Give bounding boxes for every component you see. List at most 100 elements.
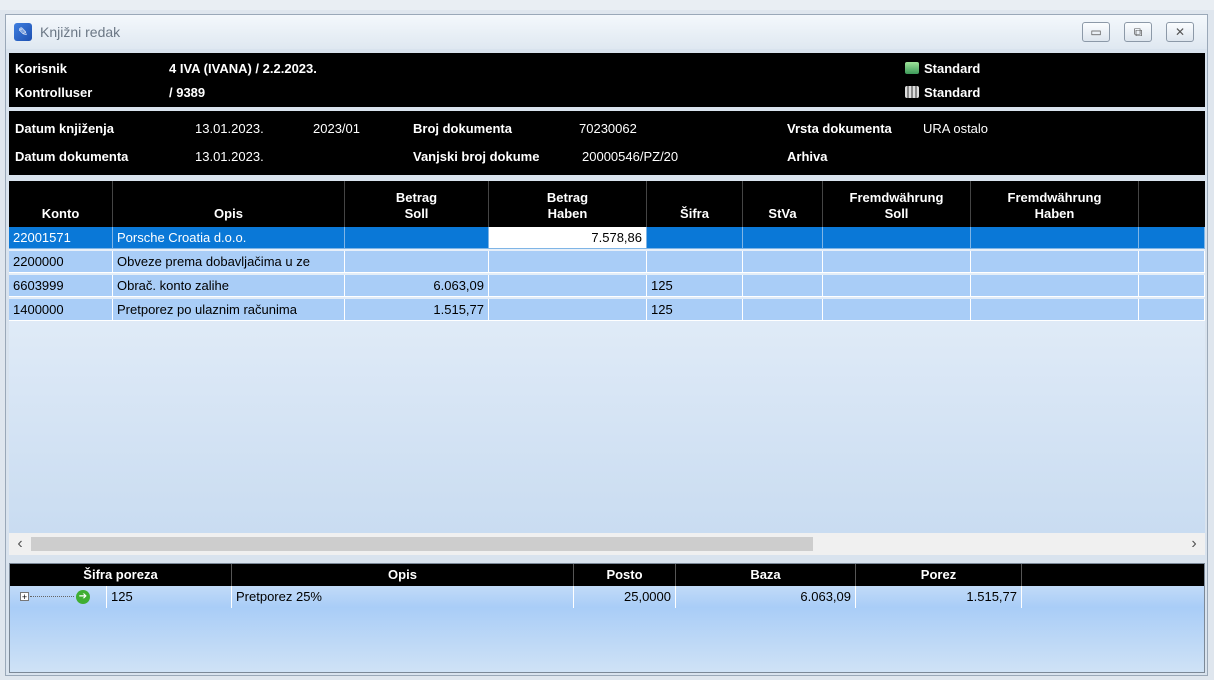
kontrolluser-label: Kontrolluser	[15, 85, 93, 100]
close-button[interactable]: ✕	[1166, 22, 1194, 42]
cell-opis[interactable]: Obrač. konto zalihe	[113, 275, 345, 297]
tax-cell-sifra[interactable]: 125	[106, 586, 232, 608]
cell-opis[interactable]: Porsche Croatia d.o.o.	[113, 227, 345, 249]
layout-icon	[905, 62, 919, 74]
cell-stva[interactable]	[743, 275, 823, 297]
user-header: Korisnik 4 IVA (IVANA) / 2.2.2023. Kontr…	[9, 53, 1205, 107]
tax-table-header: Šifra poreza Opis Posto Baza Porez	[10, 564, 1204, 586]
cell-soll[interactable]	[345, 227, 489, 249]
posting-lines-grid: Konto Opis Betrag Soll Betrag Haben Šifra …	[9, 181, 1205, 533]
cell-sifra[interactable]	[647, 251, 743, 273]
cell-soll[interactable]: 6.063,09	[345, 275, 489, 297]
col-baza[interactable]: Baza	[676, 564, 856, 586]
col-sifra[interactable]: Šifra	[647, 181, 743, 227]
table-row[interactable]: 1400000 Pretporez po ulaznim računima 1.…	[9, 299, 1205, 321]
tax-cell-posto[interactable]: 25,0000	[574, 586, 676, 608]
col-opis[interactable]: Opis	[113, 181, 345, 227]
korisnik-label: Korisnik	[15, 61, 68, 76]
grid-header: Konto Opis Betrag Soll Betrag Haben Šifra …	[9, 181, 1205, 227]
cell-soll[interactable]	[345, 251, 489, 273]
cell-opis[interactable]: Obveze prema dobavljačima u ze	[113, 251, 345, 273]
tax-cell-baza[interactable]: 6.063,09	[676, 586, 856, 608]
cell-sifra[interactable]: 125	[647, 275, 743, 297]
col-stva[interactable]: StVa	[743, 181, 823, 227]
vanjski-broj-value: 20000546/PZ/20	[582, 149, 679, 164]
cell-fremd-haben[interactable]	[971, 275, 1139, 297]
datum-knjizenja-value: 13.01.2023.	[195, 121, 264, 136]
col-posto[interactable]: Posto	[574, 564, 676, 586]
expand-plus-icon[interactable]: +	[20, 592, 29, 602]
minimize-button[interactable]: ▭	[1082, 22, 1110, 42]
vrsta-dokumenta-value: URA ostalo	[923, 121, 989, 136]
cell-haben[interactable]	[489, 251, 647, 273]
title-bar: ✎ Knjižni redak ▭ ⧉ ✕	[6, 15, 1207, 49]
cell-opis[interactable]: Pretporez po ulaznim računima	[113, 299, 345, 321]
tax-table: Šifra poreza Opis Posto Baza Porez + ➔ 1…	[9, 563, 1205, 673]
standard-2: Standard	[905, 85, 980, 100]
cell-konto[interactable]: 2200000	[9, 251, 113, 273]
cell-soll[interactable]: 1.515,77	[345, 299, 489, 321]
scroll-left-arrow-icon[interactable]: ‹	[11, 534, 29, 554]
knjizni-redak-window: ✎ Knjižni redak ▭ ⧉ ✕ Korisnik 4 IVA (IV…	[5, 14, 1208, 676]
datum-dokumenta-label: Datum dokumenta	[15, 149, 129, 164]
col-fremd-haben[interactable]: Fremdwährung Haben	[971, 181, 1139, 227]
cell-konto[interactable]: 1400000	[9, 299, 113, 321]
cell-fremd-haben[interactable]	[971, 251, 1139, 273]
period-value: 2023/01	[313, 121, 360, 136]
tax-row[interactable]: + ➔ 125 Pretporez 25% 25,0000 6.063,09 1…	[10, 586, 1204, 608]
col-extra[interactable]	[1139, 181, 1205, 227]
datum-dokumenta-value: 13.01.2023.	[195, 149, 264, 164]
cell-fremd-haben[interactable]	[971, 227, 1139, 249]
tax-cell-porez[interactable]: 1.515,77	[856, 586, 1022, 608]
restore-button[interactable]: ⧉	[1124, 22, 1152, 42]
vanjski-broj-label: Vanjski broj dokume	[413, 149, 540, 164]
columns-icon	[905, 86, 919, 98]
cell-fremd-haben[interactable]	[971, 299, 1139, 321]
cell-fremd-soll[interactable]	[823, 299, 971, 321]
scrollbar-thumb[interactable]	[31, 537, 813, 551]
col-konto[interactable]: Konto	[9, 181, 113, 227]
cell-extra[interactable]	[1139, 227, 1205, 249]
standard-1: Standard	[905, 61, 980, 76]
app-icon: ✎	[14, 23, 32, 41]
tax-cell-opis[interactable]: Pretporez 25%	[232, 586, 574, 608]
cell-stva[interactable]	[743, 227, 823, 249]
cell-haben[interactable]	[489, 299, 647, 321]
document-header: Datum knjiženja 13.01.2023. 2023/01 Broj…	[9, 111, 1205, 175]
col-porez[interactable]: Porez	[856, 564, 1022, 586]
table-row[interactable]: 22001571 Porsche Croatia d.o.o. 7.578,86	[9, 227, 1205, 249]
korisnik-value: 4 IVA (IVANA) / 2.2.2023.	[169, 61, 317, 76]
green-arrow-icon: ➔	[76, 590, 90, 604]
cell-fremd-soll[interactable]	[823, 251, 971, 273]
kontrolluser-value: / 9389	[169, 85, 206, 100]
col-tax-opis[interactable]: Opis	[232, 564, 574, 586]
cell-extra[interactable]	[1139, 275, 1205, 297]
vrsta-dokumenta-label: Vrsta dokumenta	[787, 121, 892, 136]
horizontal-scrollbar[interactable]: ‹ ›	[9, 533, 1205, 555]
col-betrag-haben[interactable]: Betrag Haben	[489, 181, 647, 227]
table-row[interactable]: 6603999 Obrač. konto zalihe 6.063,09 125	[9, 275, 1205, 297]
cell-konto[interactable]: 6603999	[9, 275, 113, 297]
cell-sifra[interactable]: 125	[647, 299, 743, 321]
broj-dokumenta-value: 70230062	[579, 121, 637, 136]
cell-extra[interactable]	[1139, 299, 1205, 321]
cell-stva[interactable]	[743, 299, 823, 321]
col-fremd-soll[interactable]: Fremdwährung Soll	[823, 181, 971, 227]
datum-knjizenja-label: Datum knjiženja	[15, 121, 114, 136]
cell-konto[interactable]: 22001571	[9, 227, 113, 249]
cell-fremd-soll[interactable]	[823, 227, 971, 249]
table-row[interactable]: 2200000 Obveze prema dobavljačima u ze	[9, 251, 1205, 273]
col-betrag-soll[interactable]: Betrag Soll	[345, 181, 489, 227]
cell-haben[interactable]	[489, 275, 647, 297]
cell-stva[interactable]	[743, 251, 823, 273]
broj-dokumenta-label: Broj dokumenta	[413, 121, 512, 136]
col-sifra-poreza[interactable]: Šifra poreza	[10, 564, 232, 586]
tree-toggle[interactable]: + ➔	[20, 590, 100, 604]
window-title: Knjižni redak	[40, 24, 121, 40]
cell-fremd-soll[interactable]	[823, 275, 971, 297]
arhiva-label: Arhiva	[787, 149, 828, 164]
cell-extra[interactable]	[1139, 251, 1205, 273]
cell-haben[interactable]: 7.578,86	[489, 227, 647, 249]
cell-sifra[interactable]	[647, 227, 743, 249]
scroll-right-arrow-icon[interactable]: ›	[1185, 534, 1203, 554]
